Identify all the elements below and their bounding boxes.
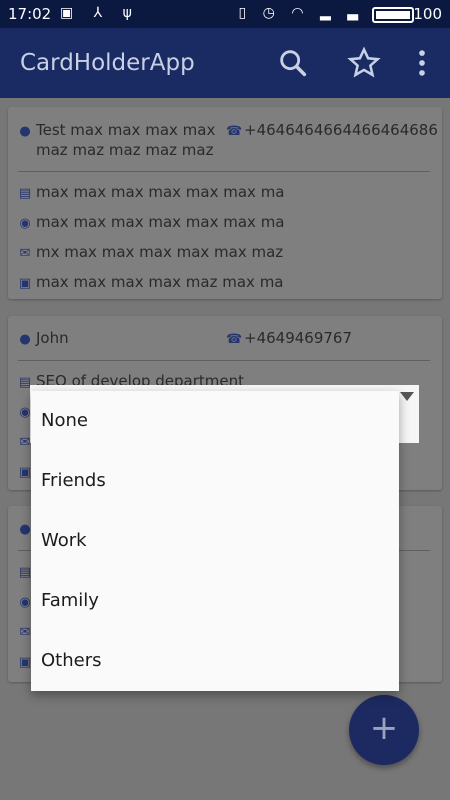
chevron-down-icon (400, 392, 414, 401)
group-dropdown: None Friends Work Family Others (31, 391, 399, 691)
location-icon: ◉ (19, 216, 31, 231)
system-icons: ▯ ◷ ◠ ▂ ▃ (238, 5, 364, 21)
group-icon: ▣ (18, 465, 32, 480)
status-time: 17:02 (8, 5, 52, 23)
battery-level: 100 (413, 5, 442, 23)
notification-icons: ▣ ⅄ ψ (60, 5, 140, 21)
divider (18, 171, 430, 172)
detail-email: ✉ mx max max max max max maz (18, 241, 284, 263)
add-contact-button[interactable]: + (349, 695, 419, 765)
document-icon: ▤ (18, 565, 32, 580)
battery-icon (372, 7, 414, 23)
dropdown-option-friends[interactable]: Friends (41, 451, 391, 511)
search-icon[interactable] (276, 46, 310, 80)
star-icon[interactable] (347, 46, 381, 80)
contact-name-continued: maz maz maz maz maz (36, 141, 214, 159)
contact-card[interactable]: ● Test max max max max maz maz maz maz ma… (8, 107, 442, 299)
group-icon: ▣ (18, 655, 32, 670)
divider (18, 360, 430, 361)
location-icon: ◉ (19, 595, 31, 610)
contact-phone: ☎ +4646464664466464686 (226, 119, 438, 141)
dropdown-option-work[interactable]: Work (41, 511, 391, 571)
app-title: CardHolderApp (20, 50, 195, 76)
contact-phone: ☎ +4649469767 (226, 327, 352, 349)
app-bar: CardHolderApp (0, 28, 450, 98)
person-icon: ● (19, 522, 31, 537)
person-icon: ● (19, 124, 31, 139)
phone-icon: ☎ (226, 332, 243, 347)
status-bar: 17:02 ▣ ⅄ ψ ▯ ◷ ◠ ▂ ▃ 100 (0, 0, 450, 28)
more-options-icon[interactable] (405, 46, 439, 80)
contact-name: ● Test max max max max (18, 119, 215, 141)
document-icon: ▤ (18, 186, 32, 201)
group-icon: ▣ (18, 276, 32, 291)
email-icon: ✉ (19, 625, 31, 640)
dropdown-option-none[interactable]: None (41, 391, 391, 451)
dropdown-option-others[interactable]: Others (41, 631, 391, 691)
email-icon: ✉ (19, 246, 31, 261)
detail-group: ▣ max max max max maz max ma (18, 271, 284, 293)
phone-icon: ☎ (226, 124, 243, 139)
person-icon: ● (19, 332, 31, 347)
detail-position: ▤ max max max max max max ma (18, 181, 285, 203)
detail-address: ◉ max max max max max max ma (18, 211, 284, 233)
dropdown-option-family[interactable]: Family (41, 571, 391, 631)
contact-name: ● John (18, 327, 68, 349)
